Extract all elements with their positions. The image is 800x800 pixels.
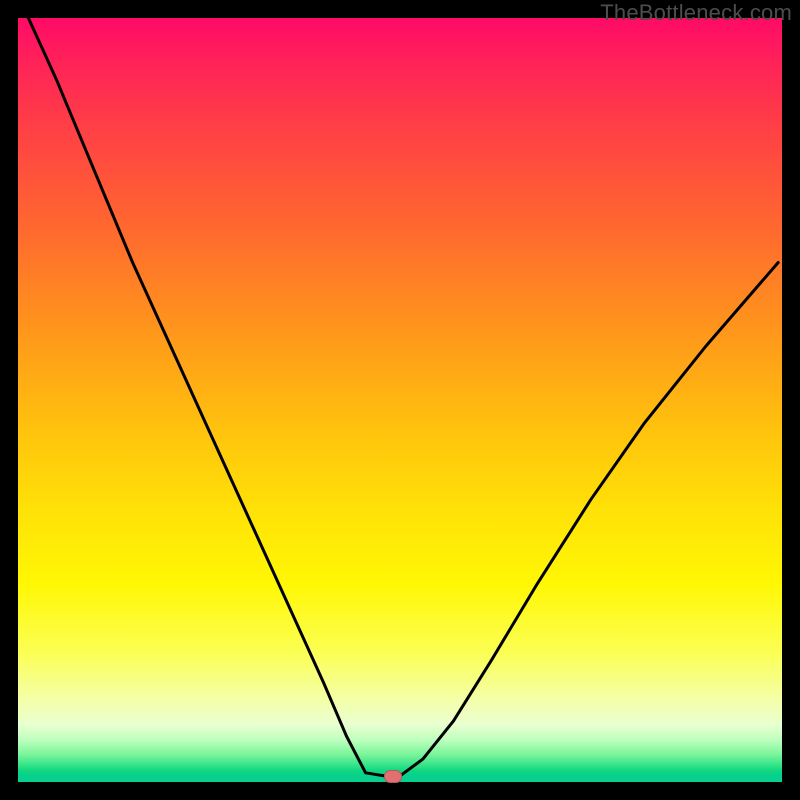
plot-area xyxy=(18,18,782,782)
chart-frame: TheBottleneck.com xyxy=(0,0,800,800)
minimum-marker xyxy=(384,770,402,783)
watermark-text: TheBottleneck.com xyxy=(600,0,792,26)
bottleneck-curve xyxy=(18,18,782,782)
